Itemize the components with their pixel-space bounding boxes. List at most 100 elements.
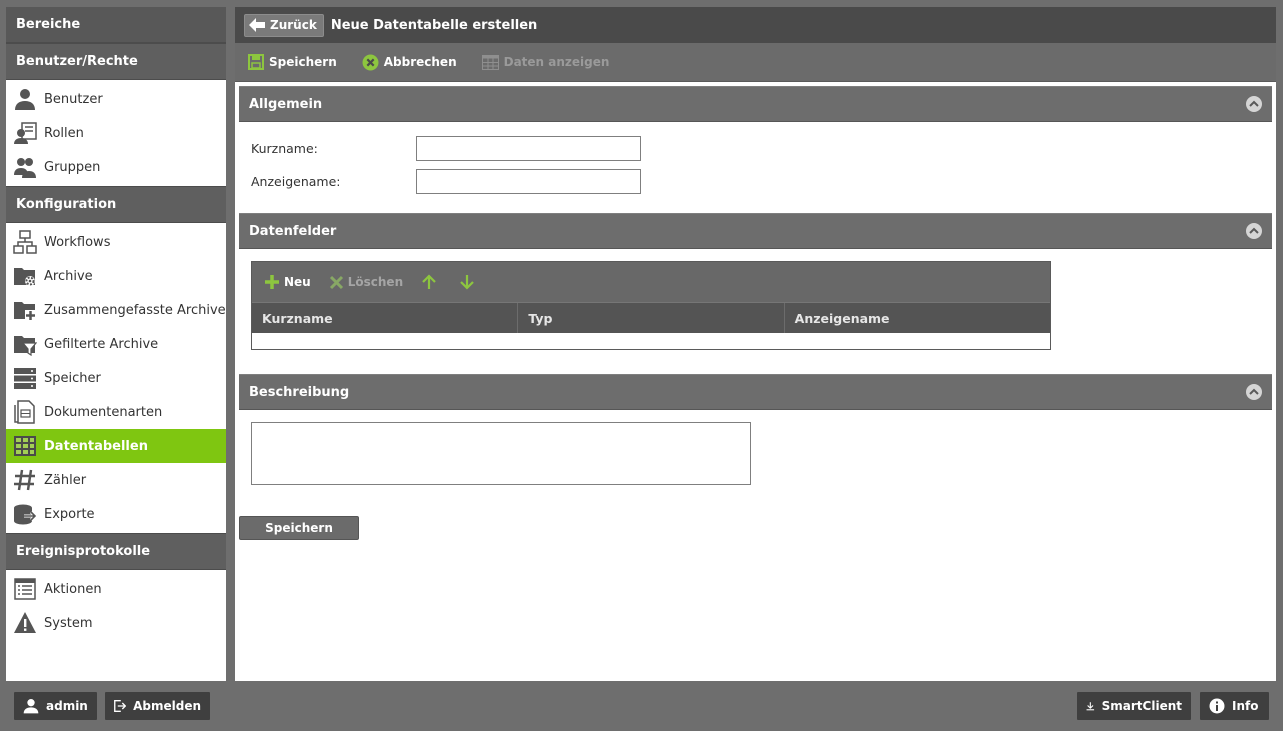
group-icon: [12, 154, 38, 180]
cancel-icon: [362, 54, 379, 70]
sidebar-item-label: Zähler: [44, 472, 87, 488]
section-title: Datenfelder: [249, 223, 337, 239]
column-header-anzeigename[interactable]: Anzeigename: [785, 303, 1050, 333]
back-button-label: Zurück: [270, 18, 317, 32]
sidebar-item-workflows[interactable]: Workflows: [6, 225, 226, 259]
sidebar-item-dokumentenarten[interactable]: Dokumentenarten: [6, 395, 226, 429]
sidebar-item-label: Rollen: [44, 125, 84, 141]
user-icon: [23, 699, 39, 714]
back-button[interactable]: Zurück: [244, 13, 324, 37]
logout-button[interactable]: Abmelden: [105, 692, 210, 720]
sidebar-item-zusammengefasste-archive[interactable]: Zusammengefasste Archive: [6, 293, 226, 327]
workflow-icon: [12, 229, 38, 255]
section-header-allgemein: Allgemein: [239, 86, 1272, 122]
document-types-icon: [12, 399, 38, 425]
table-icon: [481, 54, 499, 70]
collapse-icon[interactable]: [1246, 384, 1262, 400]
section-header-beschreibung: Beschreibung: [239, 374, 1272, 410]
roles-icon: [12, 120, 38, 146]
collapse-icon[interactable]: [1246, 223, 1262, 239]
sidebar-item-label: Datentabellen: [44, 438, 148, 454]
grid-move-down-button[interactable]: [459, 274, 479, 290]
section-header-datenfelder: Datenfelder: [239, 213, 1272, 249]
sidebar-item-exporte[interactable]: Exporte: [6, 497, 226, 531]
info-icon: [1209, 698, 1225, 714]
sidebar-item-aktionen[interactable]: Aktionen: [6, 572, 226, 606]
info-button[interactable]: Info: [1200, 692, 1269, 720]
sidebar: Bereiche Benutzer/Rechte Benutzer Rollen…: [6, 7, 226, 681]
sidebar-item-zaehler[interactable]: Zähler: [6, 463, 226, 497]
grid-delete-label: Löschen: [347, 275, 404, 289]
displayname-input[interactable]: [416, 169, 641, 194]
displayname-row: Anzeigename:: [235, 165, 1276, 198]
save-button[interactable]: Speichern: [239, 516, 359, 540]
toolbar-cancel-button[interactable]: Abbrechen: [362, 54, 457, 71]
grid-toolbar: Neu Löschen: [252, 262, 1050, 302]
toolbar-save-button[interactable]: Speichern: [248, 54, 337, 70]
sidebar-item-label: Gefilterte Archive: [44, 336, 159, 352]
archive-filter-icon: [12, 331, 38, 357]
arrow-up-icon: [422, 274, 436, 289]
toolbar: Speichern Abbrechen Daten anzeigen: [235, 43, 1276, 82]
grid-move-up-button[interactable]: [421, 274, 441, 290]
list-icon: [12, 576, 38, 602]
user-icon: [12, 86, 38, 112]
plus-icon: [265, 275, 279, 289]
user-label: admin: [46, 699, 88, 713]
archive-settings-icon: [12, 263, 38, 289]
section-title: Allgemein: [249, 96, 323, 112]
logout-icon: [114, 700, 127, 712]
collapse-icon[interactable]: [1246, 96, 1262, 112]
download-icon: [1086, 702, 1095, 711]
sidebar-item-system[interactable]: System: [6, 606, 226, 640]
sidebar-section-konfiguration[interactable]: Konfiguration: [6, 186, 226, 223]
toolbar-show-data-button[interactable]: Daten anzeigen: [481, 54, 609, 70]
smartclient-button[interactable]: SmartClient: [1077, 692, 1191, 720]
sidebar-item-benutzer[interactable]: Benutzer: [6, 82, 226, 116]
sidebar-item-label: Aktionen: [44, 581, 102, 597]
column-header-kurzname[interactable]: Kurzname: [252, 303, 519, 333]
user-button[interactable]: admin: [14, 692, 97, 720]
sidebar-item-rollen[interactable]: Rollen: [6, 116, 226, 150]
sidebar-item-gefilterte-archive[interactable]: Gefilterte Archive: [6, 327, 226, 361]
grid-new-button[interactable]: Neu: [264, 274, 311, 290]
toolbar-cancel-label: Abbrechen: [383, 55, 457, 69]
sidebar-header: Bereiche: [6, 7, 226, 43]
logout-label: Abmelden: [133, 699, 201, 713]
sidebar-item-datentabellen[interactable]: Datentabellen: [6, 429, 226, 463]
sidebar-item-label: Benutzer: [44, 91, 103, 107]
description-textarea[interactable]: [251, 422, 751, 485]
grid-body: [252, 333, 1050, 349]
info-label: Info: [1232, 699, 1259, 713]
sidebar-item-label: Exporte: [44, 506, 95, 522]
smartclient-label: SmartClient: [1101, 699, 1182, 713]
sidebar-item-archive[interactable]: Archive: [6, 259, 226, 293]
sidebar-item-label: Zusammengefasste Archive: [44, 302, 226, 318]
title-bar: Zurück Neue Datentabelle erstellen: [235, 7, 1276, 43]
arrow-left-icon: [249, 18, 265, 32]
sidebar-item-label: System: [44, 615, 93, 631]
data-fields-grid: Neu Löschen Kurzname Typ Anzeigename: [251, 261, 1051, 350]
export-icon: [12, 501, 38, 527]
sidebar-item-speicher[interactable]: Speicher: [6, 361, 226, 395]
sidebar-item-label: Archive: [44, 268, 93, 284]
sidebar-section-ereignisprotokolle[interactable]: Ereignisprotokolle: [6, 533, 226, 570]
arrow-down-icon: [460, 275, 474, 290]
sidebar-item-gruppen[interactable]: Gruppen: [6, 150, 226, 184]
main-content: Zurück Neue Datentabelle erstellen Speic…: [235, 7, 1276, 681]
sidebar-list-benutzer-rechte: Benutzer Rollen Gruppen: [6, 80, 226, 186]
sidebar-item-label: Speicher: [44, 370, 101, 386]
displayname-label: Anzeigename:: [251, 174, 341, 189]
shortname-input[interactable]: [416, 136, 641, 161]
hash-icon: [12, 467, 38, 493]
storage-icon: [12, 365, 38, 391]
page-title: Neue Datentabelle erstellen: [330, 17, 538, 33]
sidebar-section-benutzer-rechte[interactable]: Benutzer/Rechte: [6, 43, 226, 80]
column-header-typ[interactable]: Typ: [518, 303, 785, 333]
shortname-row: Kurzname:: [235, 132, 1276, 165]
table-icon: [12, 433, 38, 459]
grid-new-label: Neu: [284, 275, 311, 289]
shortname-label: Kurzname:: [251, 141, 318, 156]
grid-delete-button[interactable]: Löschen: [329, 275, 403, 290]
toolbar-save-label: Speichern: [269, 55, 337, 69]
